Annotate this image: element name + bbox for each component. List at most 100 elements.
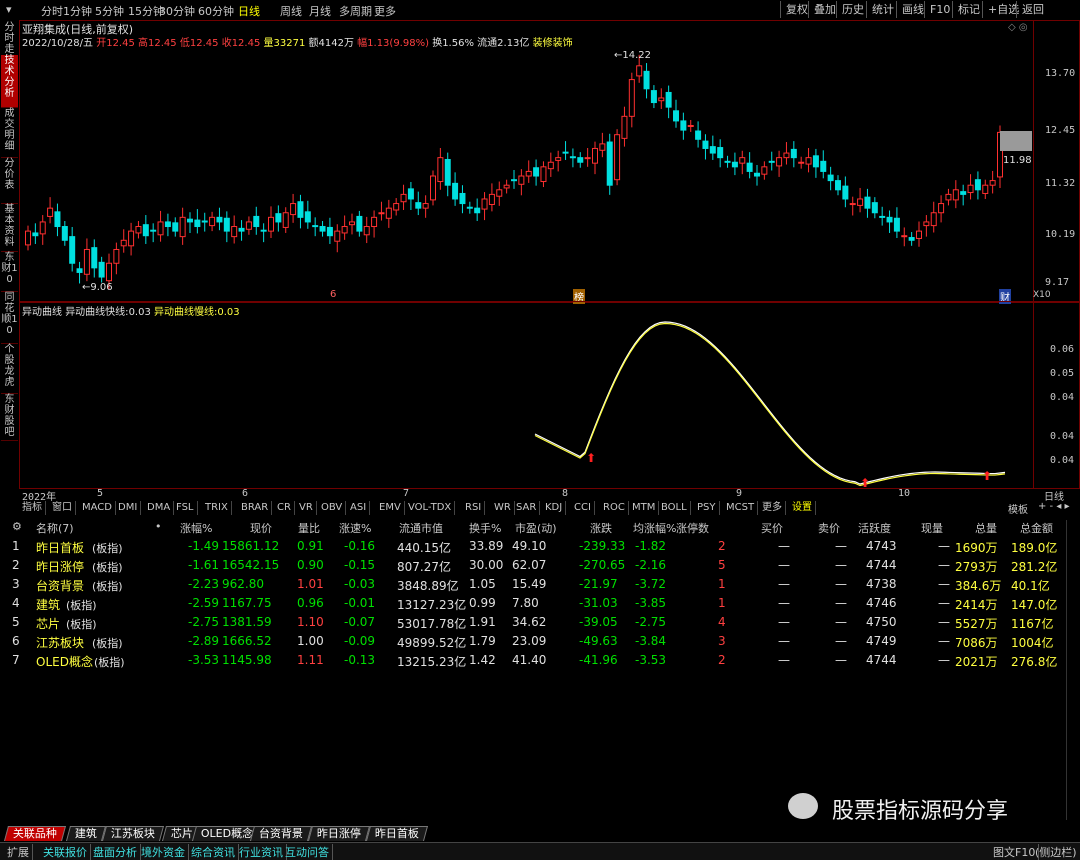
column-header-0[interactable]: 名称(7) (36, 520, 74, 536)
bottom-tab-0[interactable]: 关联品种 (3, 826, 67, 841)
indicator-tab-0[interactable]: 指标 (19, 501, 46, 515)
toolbar-button-8[interactable]: 返回 (1016, 1, 1049, 18)
left-tab-1[interactable]: 技术分析 (1, 55, 18, 108)
indicator-tab-15[interactable]: WR (491, 501, 515, 515)
indicator-tab-20[interactable]: MTM (629, 501, 660, 515)
indicator-tab-3[interactable]: DMI (115, 501, 142, 515)
column-header-2[interactable]: 涨幅% (180, 520, 212, 536)
column-header-12[interactable]: 买价 (761, 520, 783, 536)
status-item-3[interactable]: 境外资金 (138, 844, 189, 860)
zoom-label[interactable]: X10 (1033, 290, 1051, 300)
indicator-tab-9[interactable]: VR (296, 501, 317, 515)
indicator-tab-24[interactable]: 更多 (759, 501, 786, 515)
indicator-tab-14[interactable]: RSI (462, 501, 486, 515)
bottom-tab-5[interactable]: 台资背景 (249, 826, 313, 841)
status-item-0[interactable]: 扩展 (4, 844, 33, 860)
bottom-tab-2[interactable]: 江苏板块 (101, 826, 165, 841)
status-item-2[interactable]: 盘面分析 (90, 844, 141, 860)
zoom-buttons[interactable]: + - ◂ ▸ (1038, 501, 1070, 512)
toolbar-button-5[interactable]: F10 (924, 1, 955, 18)
table-row[interactable]: 1 昨日首板 (板指) -1.49 15861.12 0.91 -0.16 440.15亿 33… (0, 537, 1066, 556)
status-item-1[interactable]: 关联报价 (40, 844, 91, 860)
toolbar-button-3[interactable]: 统计 (866, 1, 899, 18)
column-header-1[interactable]: • (155, 520, 162, 533)
toolbar-button-6[interactable]: 标记 (952, 1, 985, 18)
menu-icon[interactable]: ▾ (6, 3, 12, 16)
status-item-6[interactable]: 互动问答 (282, 844, 333, 860)
left-tab-8[interactable]: 东财股吧 (1, 394, 18, 441)
indicator-tab-17[interactable]: KDJ (542, 501, 567, 515)
indicator-tab-18[interactable]: CCI (571, 501, 595, 515)
column-header-8[interactable]: 市盈(动) (515, 520, 557, 536)
indicator-tab-25[interactable]: 设置 (789, 501, 816, 515)
table-row[interactable]: 3 台资背景 (板指) -2.23 962.80 1.01 -0.03 3848.89亿 1.0… (0, 575, 1066, 594)
status-item-4[interactable]: 综合资讯 (188, 844, 239, 860)
indicator-tab-16[interactable]: SAR (513, 501, 541, 515)
column-header-16[interactable]: 总量 (975, 520, 997, 536)
indicator-tab-11[interactable]: ASI (347, 501, 371, 515)
table-scrollbar[interactable] (1066, 520, 1080, 820)
period-tab-2[interactable]: 5分钟 (95, 3, 124, 19)
indicator-tab-13[interactable]: VOL-TDX (405, 501, 456, 515)
period-tab-8[interactable]: 月线 (309, 3, 331, 19)
left-tab-7[interactable]: 个股龙虎 (1, 344, 18, 394)
status-item-5[interactable]: 行业资讯 (236, 844, 287, 860)
column-header-4[interactable]: 量比 (298, 520, 320, 536)
indicator-tab-8[interactable]: CR (274, 501, 295, 515)
indicator-tab-21[interactable]: BOLL (658, 501, 691, 515)
table-row[interactable]: 4 建筑 (板指) -2.59 1167.75 0.96 -0.01 13127.23亿 0.9… (0, 594, 1066, 613)
left-tab-4[interactable]: 基本资料 (1, 204, 18, 252)
indicator-tab-22[interactable]: PSY (694, 501, 720, 515)
table-row[interactable]: 2 昨日涨停 (板指) -1.61 16542.15 0.90 -0.15 807.27亿 30… (0, 556, 1066, 575)
indicator-tab-5[interactable]: FSL (173, 501, 198, 515)
period-tab-9[interactable]: 多周期 (339, 3, 372, 19)
column-header-17[interactable]: 总金额 (1020, 520, 1053, 536)
period-tab-7[interactable]: 周线 (280, 3, 302, 19)
chart-settings-icon[interactable]: ◇ ◎ (1008, 22, 1028, 33)
indicator-tab-7[interactable]: BRAR (238, 501, 273, 515)
column-header-3[interactable]: 现价 (250, 520, 272, 536)
table-row[interactable]: 6 江苏板块 (板指) -2.89 1666.52 1.00 -0.09 49899.52亿 1… (0, 632, 1066, 651)
toolbar-button-2[interactable]: 历史 (836, 1, 869, 18)
period-tab-4[interactable]: 30分钟 (159, 3, 195, 19)
column-header-13[interactable]: 卖价 (818, 520, 840, 536)
indicator-tab-10[interactable]: OBV (318, 501, 347, 515)
indicator-tab-1[interactable]: 窗口 (49, 501, 76, 515)
left-tab-0[interactable]: 分时走势 (1, 22, 18, 66)
column-header-10[interactable]: 均涨幅% (633, 520, 676, 536)
cell-chg: -39.05 (579, 615, 618, 629)
indicator-tab-23[interactable]: MCST (723, 501, 759, 515)
bottom-tab-1[interactable]: 建筑 (65, 826, 107, 841)
left-tab-3[interactable]: 分价表 (1, 158, 18, 204)
period-tab-1[interactable]: 1分钟 (63, 3, 92, 19)
indicator-tab-12[interactable]: EMV (376, 501, 405, 515)
column-header-6[interactable]: 流通市值 (399, 520, 443, 536)
left-tab-5[interactable]: 东财10 (1, 252, 18, 292)
column-header-7[interactable]: 换手% (469, 520, 501, 536)
column-header-14[interactable]: 活跃度 (858, 520, 891, 536)
left-tab-2[interactable]: 成交明细 (1, 108, 18, 158)
table-settings-icon[interactable]: ⚙ (12, 520, 22, 533)
left-tab-6[interactable]: 同花顺10 (1, 292, 18, 344)
column-header-5[interactable]: 涨速% (339, 520, 371, 536)
indicator-tab-6[interactable]: TRIX (202, 501, 232, 515)
period-tab-5[interactable]: 60分钟 (198, 3, 234, 19)
period-tab-6[interactable]: 日线 (238, 3, 260, 19)
bottom-tab-7[interactable]: 昨日首板 (365, 826, 429, 841)
indicator-tab-19[interactable]: ROC (600, 501, 629, 515)
bottom-tab-6[interactable]: 昨日涨停 (307, 826, 371, 841)
column-header-11[interactable]: 涨停数 (676, 520, 709, 536)
column-header-9[interactable]: 涨跌 (590, 520, 612, 536)
cell-turn: 0.99 (469, 596, 496, 610)
table-row[interactable]: 7 OLED概念 (板指) -3.53 1145.98 1.11 -0.13 13215.23… (0, 651, 1066, 670)
candle-body (290, 203, 297, 216)
table-row[interactable]: 5 芯片 (板指) -2.75 1381.59 1.10 -0.07 53017.78亿 1.9… (0, 613, 1066, 632)
column-header-15[interactable]: 现量 (921, 520, 943, 536)
period-tab-10[interactable]: 更多 (374, 3, 396, 19)
event-marker[interactable]: 6 (330, 289, 336, 300)
status-right-1[interactable]: (侧边栏) (1032, 844, 1080, 860)
period-tab-0[interactable]: 分时 (41, 3, 63, 19)
indicator-tab-4[interactable]: DMA (144, 501, 175, 515)
template-button[interactable]: 模板 (1008, 501, 1028, 516)
indicator-tab-2[interactable]: MACD (79, 501, 116, 515)
